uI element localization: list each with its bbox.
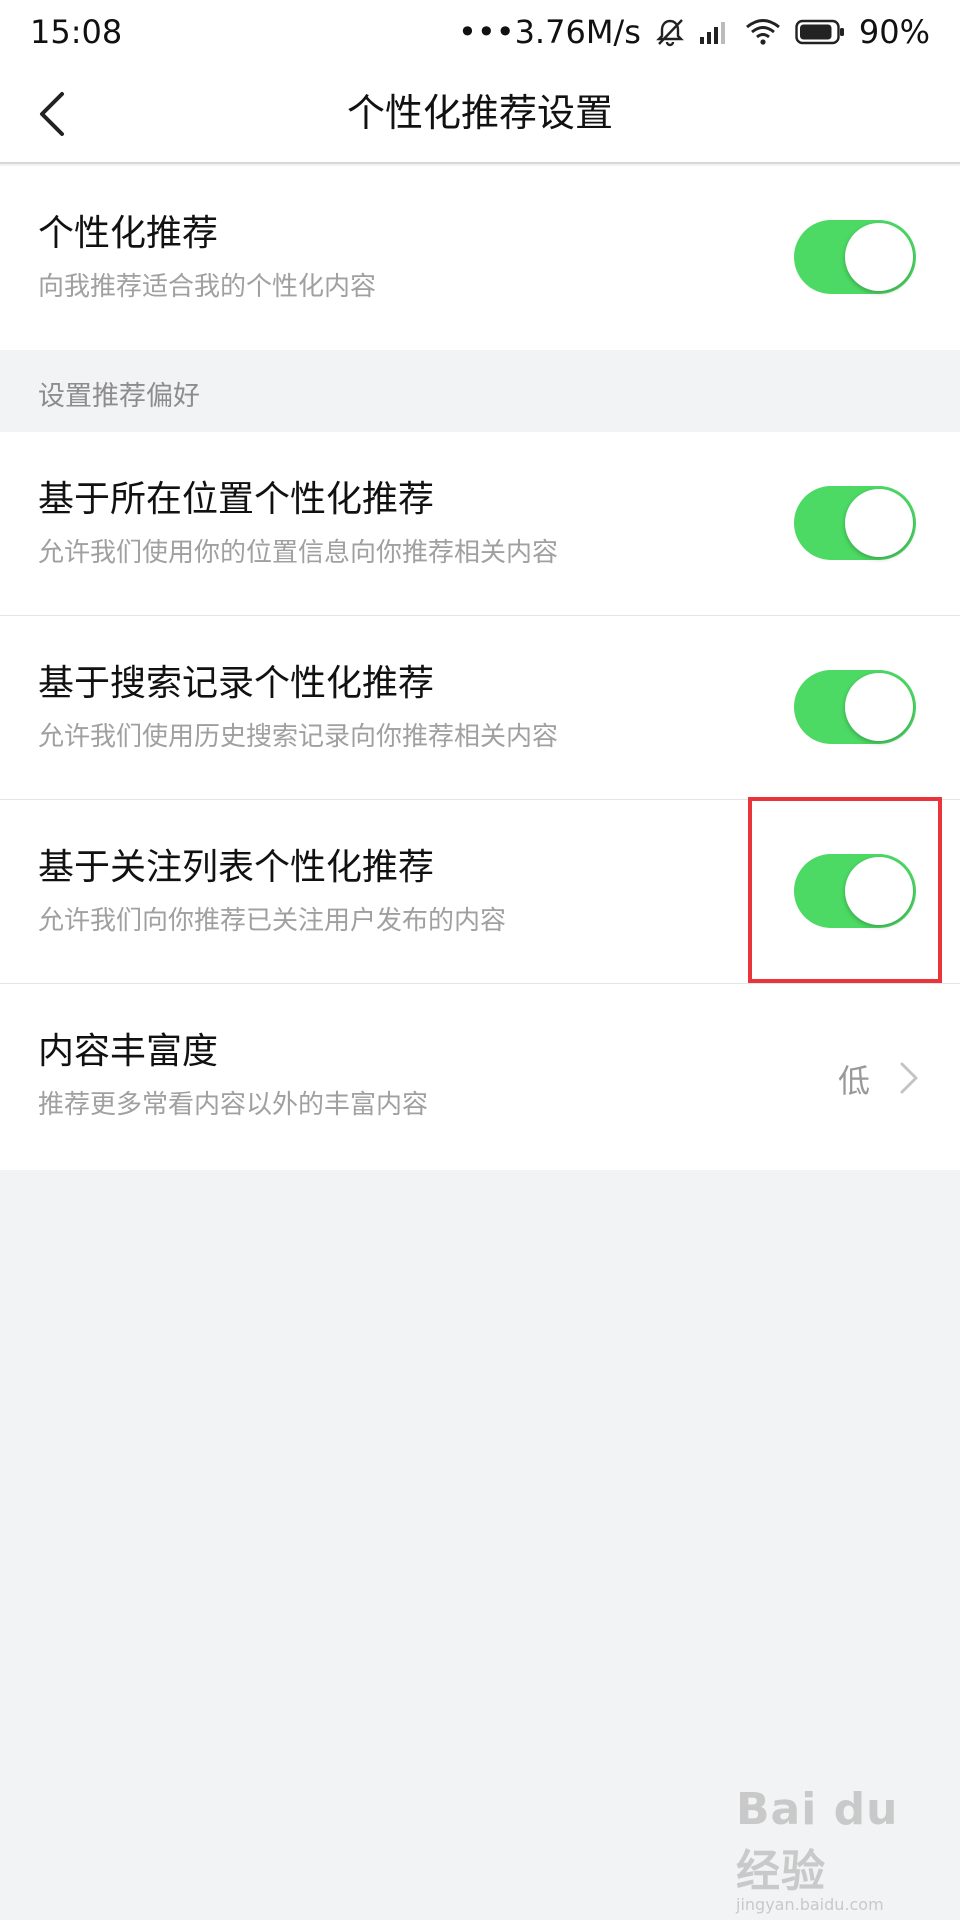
mute-bell-icon xyxy=(655,19,684,47)
setting-title: 个性化推荐 xyxy=(38,213,219,254)
section-header-label: 设置推荐偏好 xyxy=(38,381,200,412)
setting-description: 允许我们使用你的位置信息向你推荐相关内容 xyxy=(38,538,559,568)
setting-title: 基于关注列表个性化推荐 xyxy=(38,847,435,888)
setting-row-content-richness[interactable]: 内容丰富度 推荐更多常看内容以外的丰富内容 低 xyxy=(0,984,960,1170)
personalized-toggle[interactable] xyxy=(794,220,916,294)
network-speed: •••3.76M/s xyxy=(457,13,641,51)
signal-icon xyxy=(699,22,725,44)
search-history-toggle[interactable] xyxy=(794,670,916,744)
setting-title: 内容丰富度 xyxy=(38,1031,219,1072)
toggle-knob xyxy=(845,673,913,741)
wifi-icon xyxy=(745,19,780,45)
nav-bar: 个性化推荐设置 xyxy=(0,64,960,164)
preferences-header: 设置推荐偏好 xyxy=(0,350,960,432)
setting-row-location: 基于所在位置个性化推荐 允许我们使用你的位置信息向你推荐相关内容 xyxy=(0,432,960,616)
battery-icon xyxy=(795,19,844,45)
main-setting-section: 个性化推荐 向我推荐适合我的个性化内容 xyxy=(0,166,960,350)
status-icons: •••3.76M/s 90% xyxy=(458,13,930,51)
highlight-box xyxy=(748,797,942,983)
chevron-right-icon xyxy=(900,1062,918,1094)
setting-description: 允许我们向你推荐已关注用户发布的内容 xyxy=(38,906,507,936)
setting-description: 向我推荐适合我的个性化内容 xyxy=(38,272,377,302)
location-toggle[interactable] xyxy=(794,486,916,560)
setting-title: 基于搜索记录个性化推荐 xyxy=(38,663,435,704)
watermark-logo: Bai du 经验 xyxy=(736,1784,899,1897)
setting-description: 推荐更多常看内容以外的丰富内容 xyxy=(38,1090,429,1120)
watermark-url: jingyan.baidu.com xyxy=(736,1895,884,1914)
setting-row-search-history: 基于搜索记录个性化推荐 允许我们使用历史搜索记录向你推荐相关内容 xyxy=(0,616,960,800)
toggle-knob xyxy=(845,489,913,557)
page-title: 个性化推荐设置 xyxy=(346,91,613,135)
baidu-jingyan-watermark: Bai du 经验 jingyan.baidu.com xyxy=(736,1784,926,1914)
setting-description: 允许我们使用历史搜索记录向你推荐相关内容 xyxy=(38,722,559,752)
toggle-knob xyxy=(845,223,913,291)
battery-percent: 90% xyxy=(858,13,930,51)
richness-value: 低 xyxy=(837,1062,870,1100)
setting-row-personalized: 个性化推荐 向我推荐适合我的个性化内容 xyxy=(0,166,960,350)
status-time: 15:08 xyxy=(30,13,123,51)
setting-title: 基于所在位置个性化推荐 xyxy=(38,479,435,520)
status-bar: 15:08 •••3.76M/s 90% xyxy=(0,0,960,64)
